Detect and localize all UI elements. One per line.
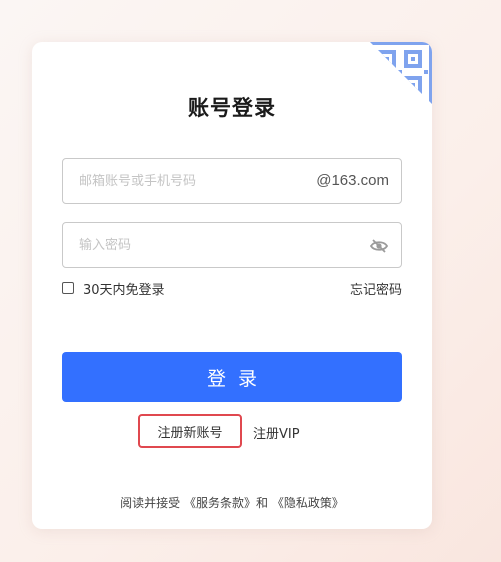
login-button[interactable]: 登录 <box>62 352 402 402</box>
agreement-prefix: 阅读并接受 <box>120 496 181 510</box>
terms-of-service-link[interactable]: 《服务条款》 <box>184 496 256 510</box>
remember-me[interactable]: 30天内免登录 <box>62 279 165 298</box>
register-vip-link[interactable]: 注册VIP <box>253 423 300 442</box>
password-visibility-toggle[interactable] <box>369 238 389 253</box>
agreement-text: 阅读并接受 《服务条款》和 《隐私政策》 <box>32 494 432 511</box>
email-input[interactable] <box>79 159 299 203</box>
password-field[interactable] <box>62 222 402 268</box>
page-title: 账号登录 <box>188 96 276 120</box>
domain-suffix: @163.com <box>316 172 389 189</box>
register-new-account-link[interactable]: 注册新账号 <box>138 414 242 448</box>
eye-off-icon <box>369 239 389 253</box>
agreement-and: 和 <box>256 496 269 510</box>
checkbox-icon[interactable] <box>62 282 74 294</box>
remember-label: 30天内免登录 <box>83 282 165 298</box>
login-card: 账号登录 @163.com 30天内免登录 忘记密码 登录 注册新账号 注册VI… <box>32 42 432 529</box>
password-input[interactable] <box>79 223 349 267</box>
register-new-label: 注册新账号 <box>157 425 223 441</box>
email-field[interactable]: @163.com <box>62 158 402 204</box>
forgot-password-link[interactable]: 忘记密码 <box>350 279 402 298</box>
privacy-policy-link[interactable]: 《隐私政策》 <box>272 496 344 510</box>
